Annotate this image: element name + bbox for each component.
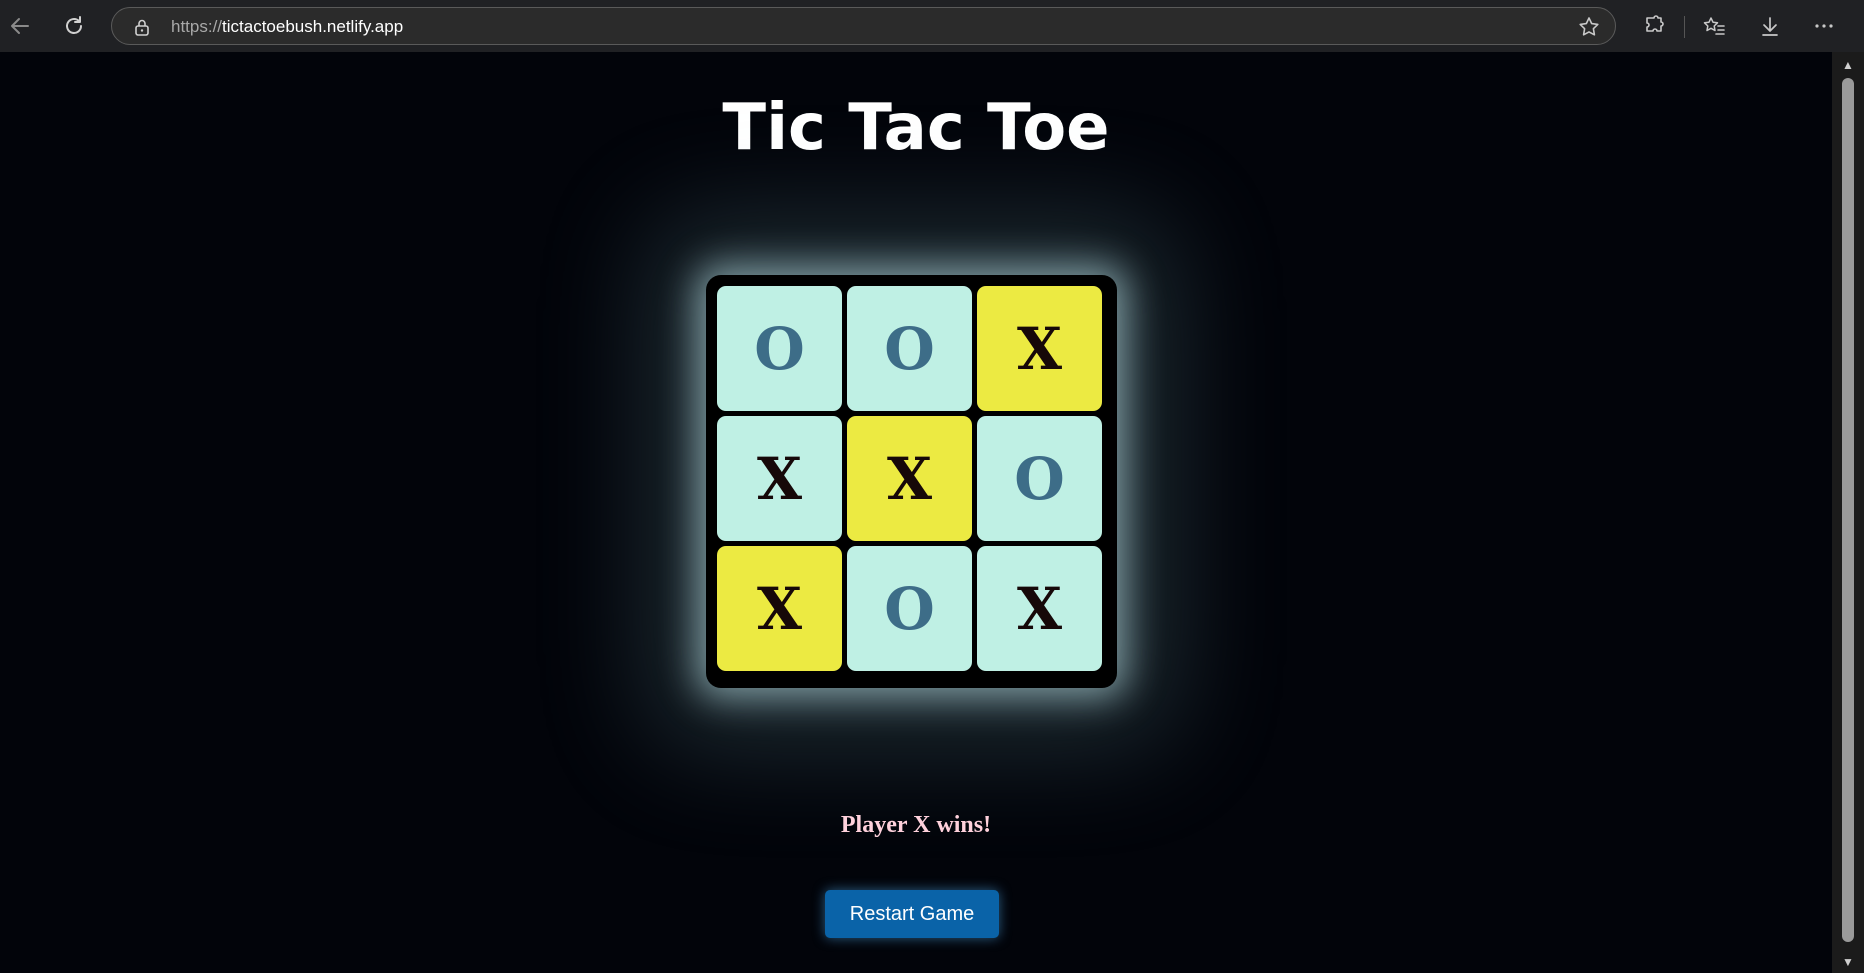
page-scrollbar[interactable]: ▲ ▼ xyxy=(1832,52,1864,973)
refresh-icon[interactable] xyxy=(56,8,92,44)
toolbar-divider xyxy=(1684,16,1685,38)
more-icon[interactable] xyxy=(1806,8,1842,44)
back-arrow-icon[interactable] xyxy=(2,8,38,44)
board-cell[interactable]: O xyxy=(847,286,972,411)
board-cell[interactable]: X xyxy=(977,286,1102,411)
board-cell[interactable]: O xyxy=(977,416,1102,541)
lock-icon[interactable] xyxy=(132,17,152,37)
board-cell[interactable]: X xyxy=(717,546,842,671)
restart-game-button[interactable]: Restart Game xyxy=(825,890,999,938)
url-host: tictactoebush.netlify.app xyxy=(222,17,404,36)
board-cell[interactable]: X xyxy=(717,416,842,541)
page-viewport: Tic Tac Toe O O X X X O X O X Player X w… xyxy=(0,52,1832,973)
board-cell[interactable]: X xyxy=(847,416,972,541)
star-icon[interactable] xyxy=(1577,15,1601,39)
url-text[interactable]: https://tictactoebush.netlify.app xyxy=(171,17,403,37)
game-status-message: Player X wins! xyxy=(840,812,992,838)
board-cell[interactable]: O xyxy=(717,286,842,411)
scroll-down-arrow-icon[interactable]: ▼ xyxy=(1839,955,1857,969)
favorites-icon[interactable] xyxy=(1696,8,1732,44)
puzzle-icon[interactable] xyxy=(1636,8,1672,44)
board-cell[interactable]: O xyxy=(847,546,972,671)
download-icon[interactable] xyxy=(1752,8,1788,44)
scrollbar-thumb[interactable] xyxy=(1842,78,1854,942)
url-scheme: https:// xyxy=(171,17,223,36)
game-board: O O X X X O X O X xyxy=(706,275,1117,688)
page-title: Tic Tac Toe xyxy=(722,91,1110,165)
scroll-up-arrow-icon[interactable]: ▲ xyxy=(1839,58,1857,72)
board-cell[interactable]: X xyxy=(977,546,1102,671)
browser-toolbar: https://tictactoebush.netlify.app xyxy=(0,0,1864,53)
address-bar[interactable]: https://tictactoebush.netlify.app xyxy=(111,7,1616,45)
